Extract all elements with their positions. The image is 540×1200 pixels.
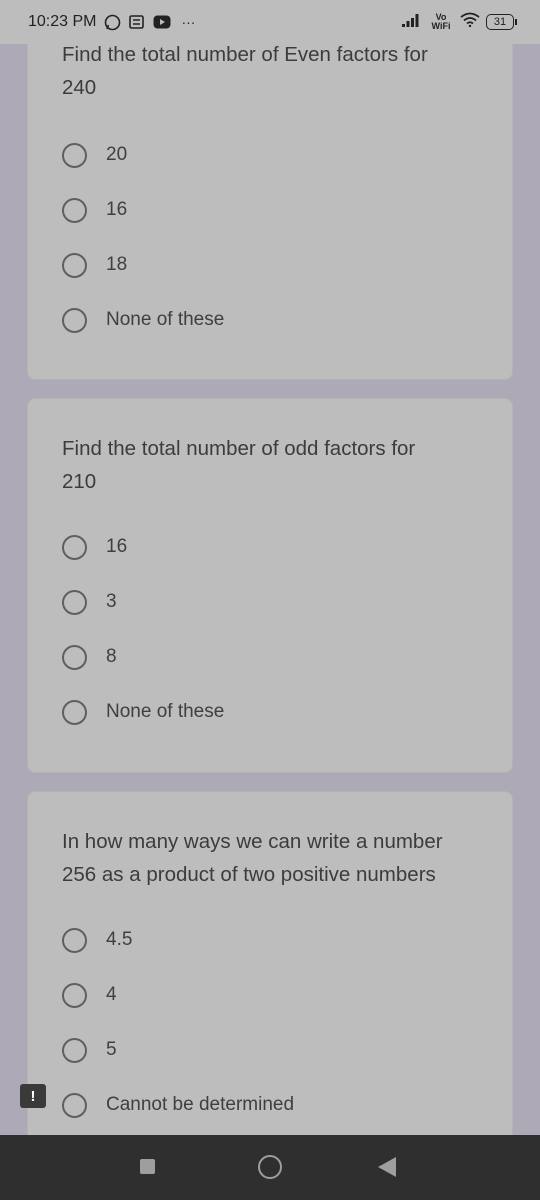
battery-indicator: 31 — [486, 14, 517, 30]
back-icon[interactable] — [378, 1157, 396, 1177]
question-3-line-2: 256 as a product of two positive numbers — [62, 863, 436, 886]
question-1-option-4[interactable]: None of these — [62, 302, 224, 338]
navigation-bar — [0, 1135, 540, 1200]
question-2-line-1: Find the total number of odd factors for — [62, 437, 416, 460]
radio-button[interactable] — [62, 1037, 87, 1063]
radio-button[interactable] — [62, 644, 87, 670]
option-label: 4.5 — [106, 929, 133, 950]
question-3-line-1: In how many ways we can write a number — [62, 830, 443, 853]
question-2-option-2[interactable]: 3 — [62, 584, 117, 620]
option-label: 8 — [106, 646, 117, 667]
option-label: 3 — [106, 591, 117, 612]
option-label: 20 — [106, 144, 128, 165]
option-label: 5 — [106, 1039, 117, 1060]
question-3-option-3[interactable]: 5 — [62, 1032, 117, 1068]
option-label: 4 — [106, 984, 117, 1005]
question-1-text: Find the total number of Even factors fo… — [62, 38, 492, 104]
message-icon — [129, 14, 145, 30]
radio-button[interactable] — [62, 982, 87, 1008]
wifi-icon — [460, 12, 480, 32]
radio-button[interactable] — [62, 589, 87, 615]
radio-button[interactable] — [62, 307, 87, 333]
home-icon[interactable] — [258, 1155, 282, 1179]
report-problem-icon[interactable]: ! — [20, 1084, 46, 1108]
question-2-text: Find the total number of odd factors for… — [62, 432, 492, 498]
question-3-option-1[interactable]: 4.5 — [62, 922, 132, 958]
question-2-option-1[interactable]: 16 — [62, 529, 127, 565]
question-1-option-1[interactable]: 20 — [62, 137, 127, 173]
whatsapp-icon — [104, 14, 121, 31]
option-label: 16 — [106, 536, 128, 557]
question-2-option-3[interactable]: 8 — [62, 639, 117, 675]
radio-button[interactable] — [62, 699, 87, 725]
status-time: 10:23 PM — [28, 13, 97, 30]
radio-button[interactable] — [62, 142, 87, 168]
question-3-option-2[interactable]: 4 — [62, 977, 117, 1013]
option-label: 16 — [106, 199, 128, 220]
question-1-option-2[interactable]: 16 — [62, 192, 127, 228]
option-label: None of these — [106, 309, 225, 330]
signal-icon — [402, 13, 422, 32]
more-notifications-icon: ··· — [181, 14, 196, 30]
question-3-text: In how many ways we can write a number 2… — [62, 825, 492, 891]
radio-button[interactable] — [62, 1092, 87, 1118]
youtube-icon — [153, 15, 171, 29]
question-1-line-2: 240 — [62, 76, 97, 99]
question-1-option-3[interactable]: 18 — [62, 247, 127, 283]
question-3-option-4[interactable]: Cannot be determined — [62, 1087, 294, 1123]
option-label: 18 — [106, 254, 128, 275]
question-2-option-4[interactable]: None of these — [62, 694, 224, 730]
vowifi-label: Vo WiFi — [431, 12, 451, 31]
recents-icon[interactable] — [140, 1159, 155, 1174]
option-label: Cannot be determined — [106, 1094, 295, 1115]
option-label: None of these — [106, 701, 225, 722]
status-bar: 10:23 PM ··· Vo WiFi 31 — [0, 0, 540, 44]
radio-button[interactable] — [62, 197, 87, 223]
radio-button[interactable] — [62, 927, 87, 953]
radio-button[interactable] — [62, 534, 87, 560]
question-2-line-2: 210 — [62, 470, 97, 493]
radio-button[interactable] — [62, 252, 87, 278]
